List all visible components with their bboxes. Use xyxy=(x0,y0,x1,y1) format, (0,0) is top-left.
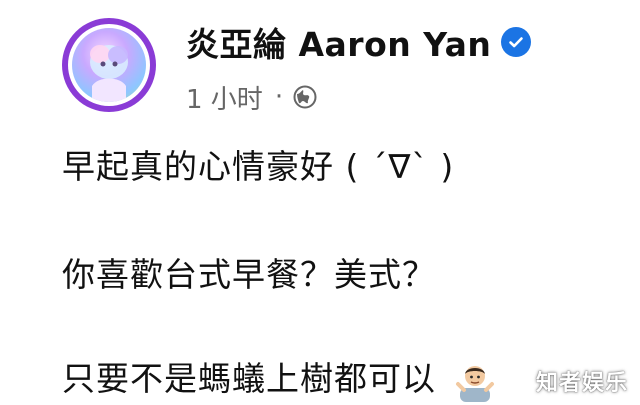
author-name[interactable]: 炎亞綸 Aaron Yan xyxy=(186,18,491,66)
avatar-image xyxy=(72,28,146,102)
avatar-character-icon xyxy=(90,45,128,102)
post-text-line: 只要不是螞蟻上樹都可以 xyxy=(62,359,436,398)
post-text-line: 早起真的心情豪好 ( ˊ∇ˋ ) xyxy=(62,147,455,186)
post-text-line: 你喜歡台式早餐？美式？ xyxy=(62,255,436,294)
author-line: 炎亞綸 Aaron Yan xyxy=(186,22,532,64)
globe-icon[interactable] xyxy=(293,85,317,109)
person-shrugging-emoji-icon xyxy=(455,365,494,402)
post-timestamp[interactable]: 1 小时 xyxy=(186,79,263,116)
avatar[interactable] xyxy=(62,18,156,112)
post-text-line-with-emoji: 只要不是螞蟻上樹都可以 xyxy=(62,352,496,402)
post-meta: 1 小时 · xyxy=(186,79,317,116)
watermark: 知者娱乐 xyxy=(535,371,628,396)
avatar-frame xyxy=(68,24,150,106)
meta-separator: · xyxy=(274,82,284,112)
post-header: 炎亞綸 Aaron Yan 1 小时 · xyxy=(0,0,640,120)
verified-badge-icon xyxy=(501,27,532,57)
